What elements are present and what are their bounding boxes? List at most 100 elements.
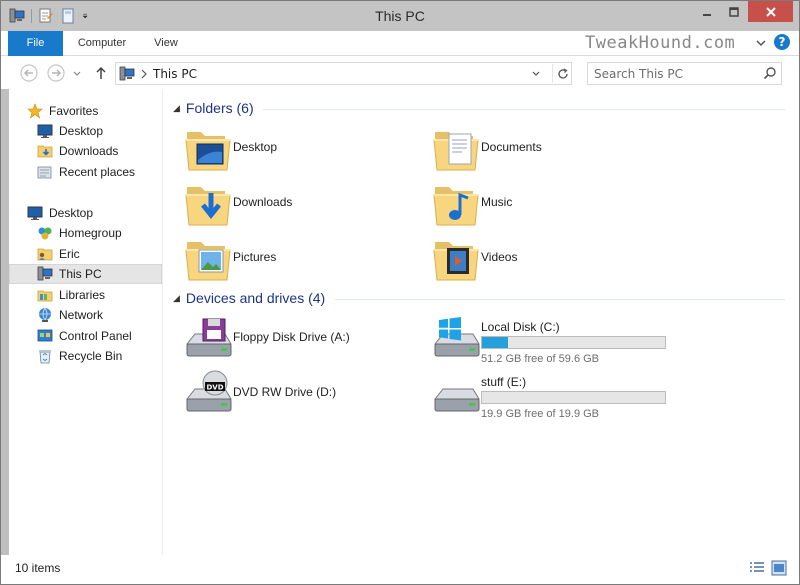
up-button[interactable] — [91, 63, 111, 83]
folder-tile-videos[interactable]: Videos — [431, 234, 661, 284]
nav-network[interactable]: Network — [9, 305, 162, 325]
nav-favorites-downloads[interactable]: Downloads — [9, 141, 162, 161]
nav-libraries[interactable]: Libraries — [9, 285, 162, 305]
drive-tile-local-disk-c[interactable]: Local Disk (C:) 51.2 GB free of 59.6 GB — [431, 314, 671, 365]
chevron-down-icon[interactable] — [531, 69, 541, 79]
close-button[interactable] — [748, 1, 793, 22]
watermark: TweakHound.com — [585, 33, 736, 53]
desktop-folder-icon — [183, 124, 233, 174]
up-arrow-icon — [96, 66, 106, 79]
navigation-bar: This PC Search This PC — [1, 56, 799, 89]
forward-arrow-icon — [47, 64, 65, 82]
drive-tile-floppy[interactable]: Floppy Disk Drive (A:) — [183, 314, 413, 364]
nav-this-pc[interactable]: This PC — [9, 264, 162, 284]
collapse-triangle-icon[interactable]: ◢ — [173, 293, 180, 304]
collapse-triangle-icon[interactable]: ◢ — [173, 103, 180, 114]
drive-name: Local Disk (C:) — [481, 320, 560, 334]
nav-control-panel[interactable]: Control Panel — [9, 326, 162, 346]
this-pc-icon — [37, 266, 53, 282]
tab-file[interactable]: File — [8, 31, 63, 56]
nav-label: Recycle Bin — [59, 349, 123, 363]
downloads-folder-icon — [183, 179, 233, 229]
folder-name: Documents — [481, 140, 542, 154]
address-path[interactable]: This PC — [153, 67, 197, 81]
folder-tile-downloads[interactable]: Downloads — [183, 179, 413, 229]
folder-tile-music[interactable]: Music — [431, 179, 661, 229]
drive-name: stuff (E:) — [481, 375, 527, 389]
address-bar[interactable]: This PC — [115, 62, 572, 85]
nav-desktop-root[interactable]: Desktop — [9, 203, 162, 223]
nav-label: Recent places — [59, 165, 136, 179]
large-icons-view-icon[interactable] — [771, 560, 787, 576]
maximize-button[interactable] — [721, 1, 747, 22]
downloads-icon — [37, 145, 53, 158]
group-divider — [263, 109, 785, 110]
folder-tile-desktop[interactable]: Desktop — [183, 124, 413, 174]
window-title: This PC — [375, 8, 425, 24]
drive-tile-stuff-e[interactable]: stuff (E:) 19.9 GB free of 19.9 GB — [431, 369, 671, 420]
tab-computer[interactable]: Computer — [67, 31, 137, 56]
nav-favorites-desktop[interactable]: Desktop — [9, 121, 162, 141]
drive-name: Floppy Disk Drive (A:) — [233, 330, 350, 344]
nav-homegroup[interactable]: Homegroup — [9, 223, 162, 243]
libraries-icon — [37, 290, 53, 302]
item-count: 10 items — [15, 561, 61, 575]
nav-label: This PC — [59, 267, 102, 281]
star-icon — [27, 103, 43, 119]
drive-usage-fill — [482, 337, 508, 348]
nav-favorites-recent-places[interactable]: Recent places — [9, 162, 162, 182]
nav-label: Network — [59, 308, 104, 322]
maximize-icon — [729, 6, 739, 17]
desktop-icon — [27, 205, 43, 221]
music-folder-icon — [431, 179, 481, 229]
minimize-icon — [703, 13, 711, 16]
folder-name: Music — [481, 195, 513, 209]
navigation-pane: Favorites Desktop Downloads Recent place… — [9, 89, 163, 555]
nav-label: Favorites — [49, 104, 99, 118]
title-bar[interactable]: This PC — [1, 1, 799, 31]
drive-usage-bar — [481, 336, 666, 349]
nav-recycle-bin[interactable]: Recycle Bin — [9, 346, 162, 366]
this-pc-icon — [119, 66, 135, 82]
nav-label: Eric — [59, 247, 80, 261]
recent-places-icon — [37, 166, 52, 179]
explorer-window: This PC File Computer View TweakHound.co… — [0, 0, 800, 585]
group-divider — [335, 299, 785, 300]
details-view-icon[interactable] — [749, 561, 765, 575]
folders-group-header[interactable]: ◢ Folders (6) — [173, 100, 254, 116]
search-icon[interactable] — [763, 66, 777, 80]
nav-favorites[interactable]: Favorites — [9, 101, 162, 121]
drive-free-space: 51.2 GB free of 59.6 GB — [481, 353, 600, 365]
drives-group-header[interactable]: ◢ Devices and drives (4) — [173, 290, 325, 306]
drive-tile-dvd[interactable]: DVD DVD RW Drive (D:) — [183, 369, 413, 419]
nav-user-folder[interactable]: Eric — [9, 244, 162, 264]
nav-label: Libraries — [59, 288, 106, 302]
folder-tile-documents[interactable]: Documents — [431, 124, 661, 174]
homegroup-icon — [38, 227, 52, 240]
folder-tile-pictures[interactable]: Pictures — [183, 234, 413, 284]
floppy-drive-icon — [183, 318, 233, 364]
desktop-icon — [37, 123, 53, 139]
drive-name: DVD RW Drive (D:) — [233, 385, 337, 399]
nav-label: Downloads — [59, 144, 119, 158]
folder-name: Pictures — [233, 250, 277, 264]
network-icon — [39, 307, 51, 322]
refresh-icon — [557, 67, 568, 79]
chevron-right-icon[interactable] — [140, 69, 148, 79]
help-icon[interactable]: ? — [774, 34, 790, 50]
search-box[interactable]: Search This PC — [587, 62, 782, 85]
nav-label: Control Panel — [59, 329, 132, 343]
minimize-button[interactable] — [694, 1, 720, 22]
folder-name: Downloads — [233, 195, 293, 209]
nav-label: Homegroup — [59, 226, 122, 240]
search-input[interactable]: Search This PC — [594, 67, 683, 81]
forward-button[interactable] — [46, 63, 66, 83]
recent-locations-button[interactable] — [71, 63, 83, 83]
user-folder-icon — [37, 248, 53, 261]
refresh-button[interactable] — [552, 64, 572, 83]
back-button[interactable] — [19, 63, 39, 83]
expand-ribbon-icon[interactable] — [755, 37, 767, 49]
tab-view[interactable]: View — [141, 31, 191, 56]
back-arrow-icon — [20, 64, 38, 82]
videos-folder-icon — [431, 234, 481, 284]
